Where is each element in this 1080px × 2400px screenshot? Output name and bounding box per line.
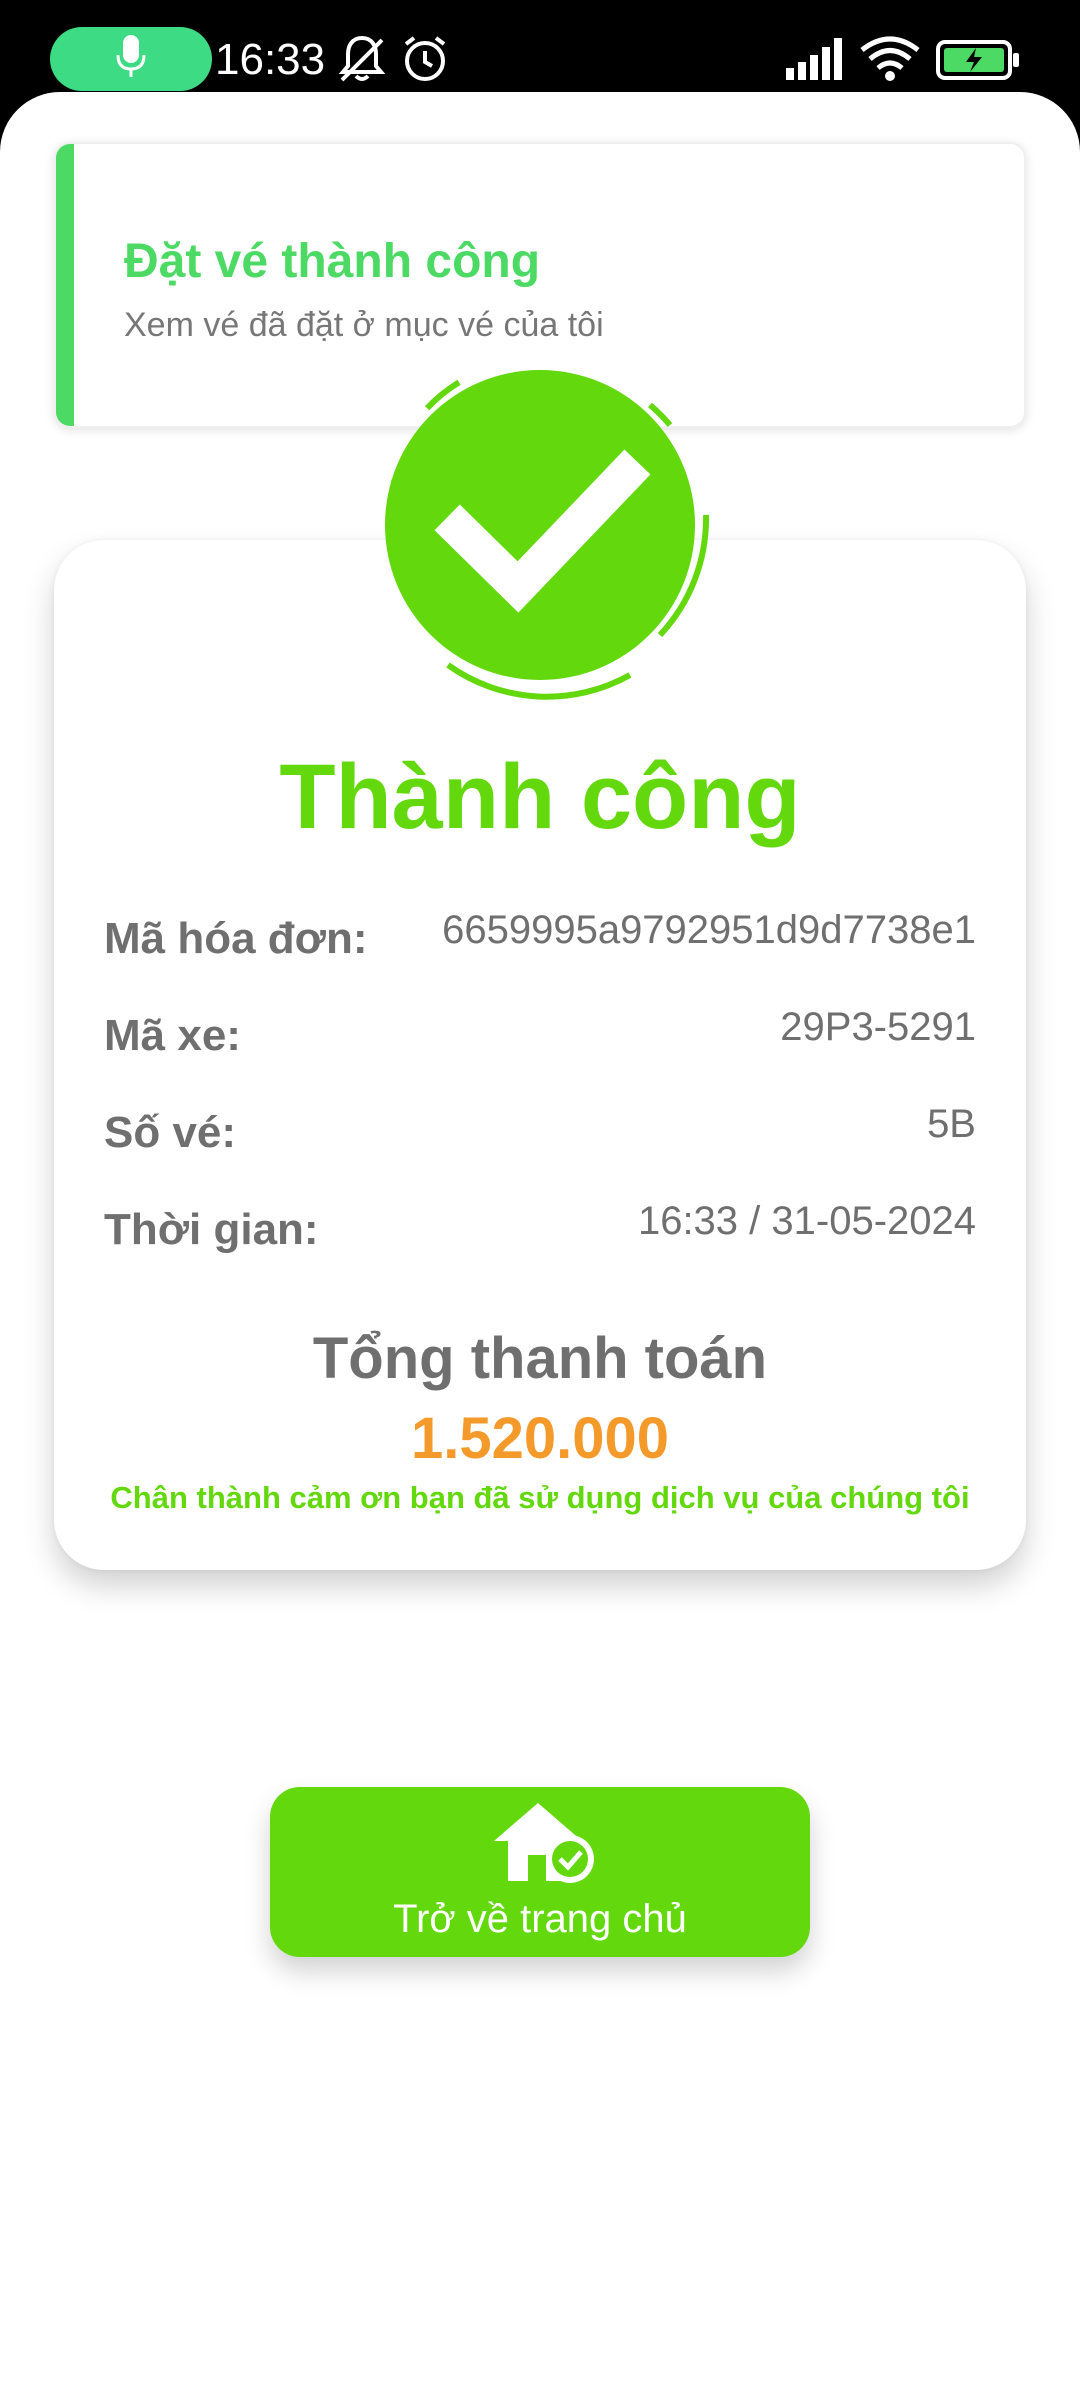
- info-row-seat: Số vé: 5B: [104, 1094, 976, 1164]
- alarm-icon: [400, 34, 450, 89]
- home-check-icon: [488, 1797, 598, 1889]
- total-label: Tổng thanh toán: [312, 1326, 768, 1391]
- microphone-icon: [116, 34, 146, 84]
- status-time: 16:33: [215, 35, 326, 84]
- battery-charging-icon: [936, 40, 1022, 85]
- info-row-vehicle: Mã xe: 29P3-5291: [104, 997, 976, 1067]
- info-value: 5B: [927, 1102, 976, 1146]
- success-title: Thành công: [279, 746, 801, 848]
- screen: 16:33 Đặt vé thành công Xem vé đã đặt ở …: [0, 0, 1080, 2400]
- info-value: 29P3-5291: [780, 1005, 976, 1049]
- wifi-icon: [860, 36, 920, 87]
- check-circle-icon: [340, 325, 740, 725]
- thank-you-message: Chân thành cảm ơn bạn đã sử dụng dịch vụ…: [110, 1480, 970, 1515]
- info-value: 16:33 / 31-05-2024: [637, 1199, 976, 1243]
- info-label: Thời gian:: [104, 1205, 319, 1254]
- toast-accent-bar: [56, 144, 74, 426]
- info-row-invoice-id: Mã hóa đơn: 6659995a9792951d9d7738e1: [104, 900, 976, 970]
- info-row-time: Thời gian: 16:33 / 31-05-2024: [104, 1191, 976, 1261]
- total-amount: 1.520.000: [410, 1406, 670, 1471]
- microphone-indicator[interactable]: [50, 27, 212, 91]
- info-label: Số vé:: [104, 1108, 237, 1157]
- info-label: Mã xe:: [104, 1011, 241, 1060]
- toast-title: Đặt vé thành công: [124, 235, 541, 288]
- home-button-label: Trở về trang chủ: [393, 1897, 687, 1941]
- back-to-home-button[interactable]: Trở về trang chủ: [270, 1787, 810, 1957]
- info-label: Mã hóa đơn:: [104, 914, 368, 963]
- signal-icon: [786, 38, 846, 85]
- bell-off-icon: [338, 34, 386, 89]
- info-value: 6659995a9792951d9d7738e1: [442, 908, 976, 952]
